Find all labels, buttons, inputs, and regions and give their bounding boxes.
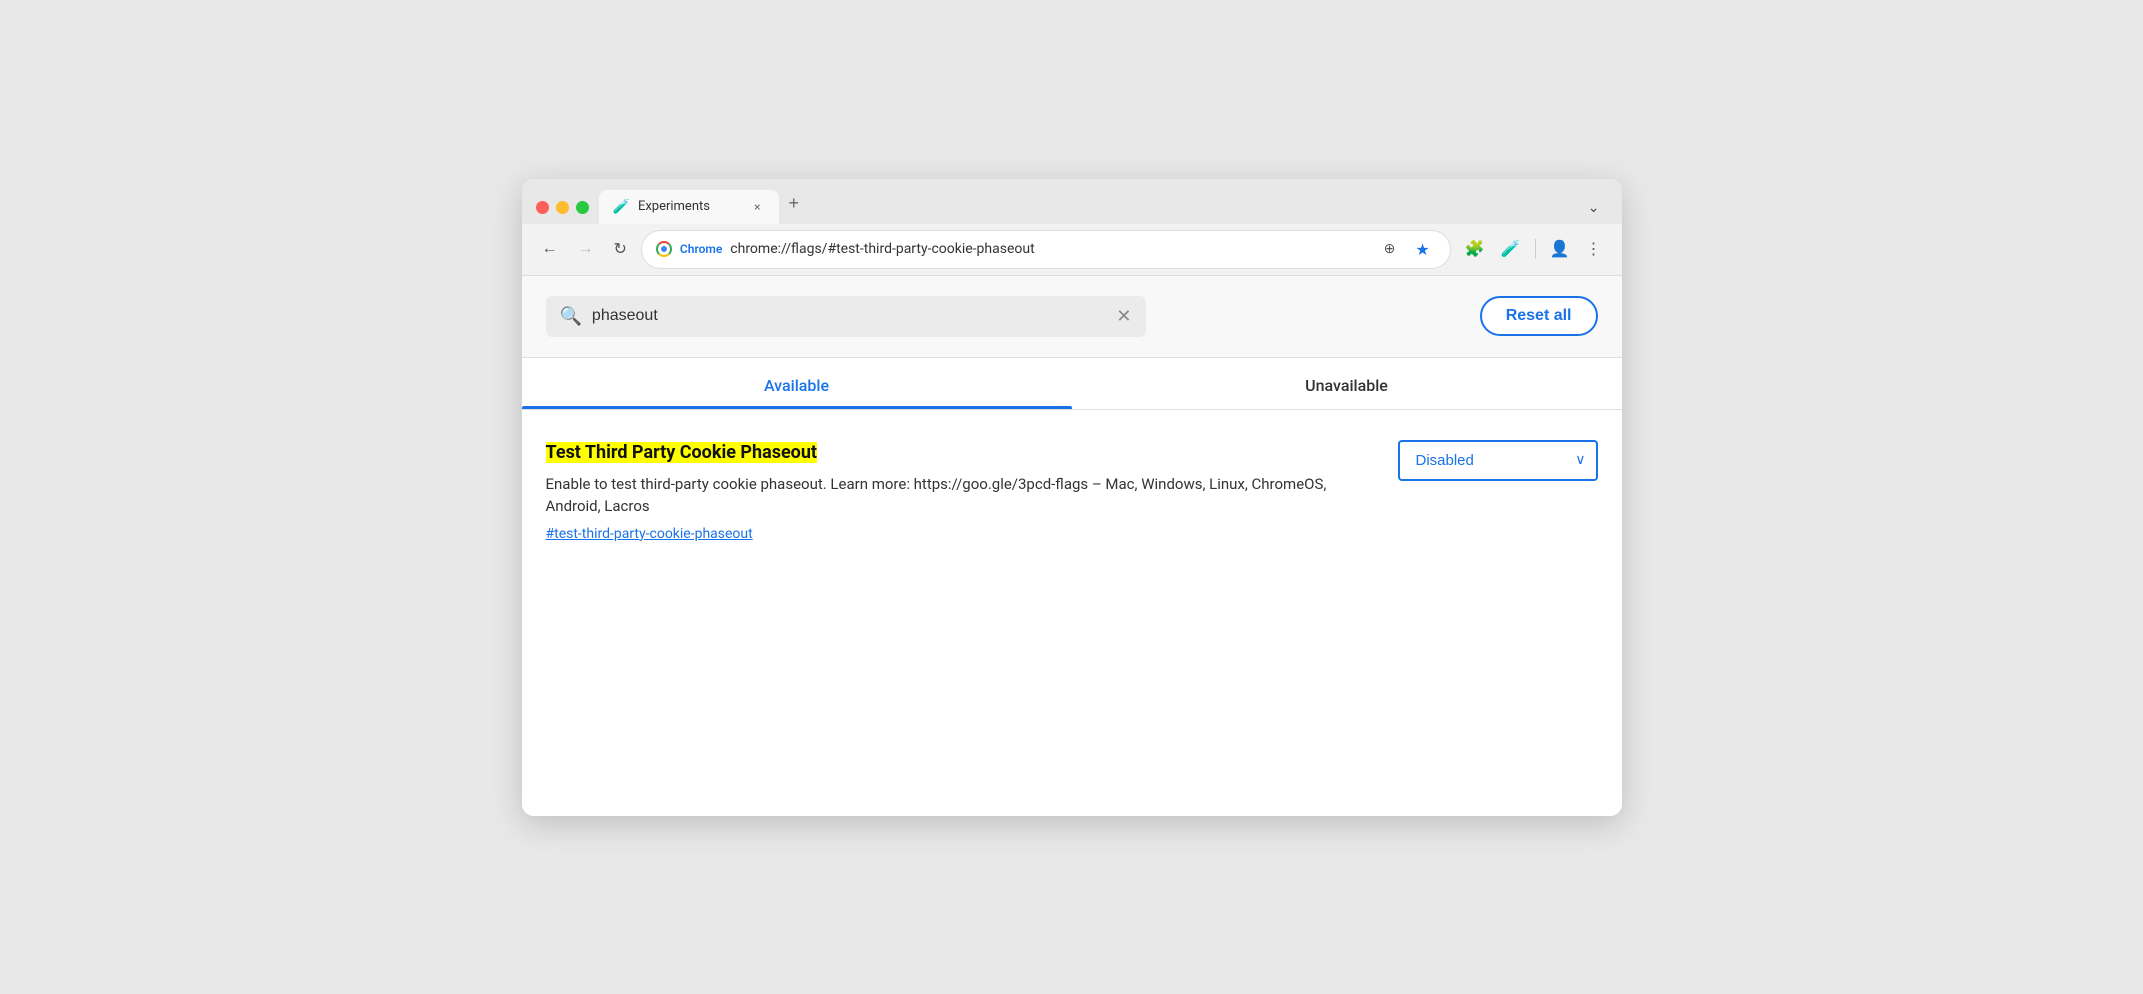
forward-button[interactable]: →: [572, 236, 600, 262]
chrome-label: Chrome: [680, 242, 722, 256]
nav-divider: [1535, 239, 1536, 259]
extensions-button[interactable]: 🧩: [1459, 235, 1491, 263]
back-button[interactable]: ←: [536, 236, 564, 262]
flags-list: Test Third Party Cookie Phaseout Enable …: [522, 410, 1622, 592]
close-button[interactable]: [536, 201, 549, 214]
browser-window: 🧪 Experiments × + ⌄ ← → ↻ Chrome chrome:…: [522, 179, 1622, 816]
flag-title: Test Third Party Cookie Phaseout: [546, 442, 818, 463]
experiments-button[interactable]: 🧪: [1495, 235, 1527, 263]
page-content: 🔍 ✕ Reset all Available Unavailable Test…: [522, 276, 1622, 816]
refresh-button[interactable]: ↻: [608, 235, 633, 263]
bookmark-icon[interactable]: ★: [1409, 236, 1435, 263]
tab-title: Experiments: [638, 199, 742, 214]
search-clear-button[interactable]: ✕: [1116, 306, 1131, 327]
reset-all-button[interactable]: Reset all: [1480, 296, 1598, 336]
search-icon: 🔍: [560, 306, 582, 327]
address-url: chrome://flags/#test-third-party-cookie-…: [730, 241, 1369, 257]
maximize-button[interactable]: [576, 201, 589, 214]
title-bar: 🧪 Experiments × + ⌄: [522, 179, 1622, 224]
chrome-logo: [656, 241, 672, 257]
search-input[interactable]: [592, 307, 1106, 325]
tab-dropdown-button[interactable]: ⌄: [1580, 197, 1608, 218]
window-controls: [536, 201, 589, 224]
flag-control: Default Disabled Enabled: [1398, 440, 1598, 481]
active-tab[interactable]: 🧪 Experiments ×: [599, 190, 779, 224]
tab-available[interactable]: Available: [522, 358, 1072, 409]
nav-icons: 🧩 🧪 👤 ⋮: [1459, 235, 1608, 263]
flag-description: Enable to test third-party cookie phaseo…: [546, 473, 1378, 518]
search-area: 🔍 ✕ Reset all: [522, 276, 1622, 358]
tab-close-button[interactable]: ×: [750, 198, 764, 216]
address-bar[interactable]: Chrome chrome://flags/#test-third-party-…: [641, 230, 1451, 269]
flag-select-wrapper: Default Disabled Enabled: [1398, 440, 1598, 481]
flag-info: Test Third Party Cookie Phaseout Enable …: [546, 440, 1378, 542]
tabs-row: Available Unavailable: [522, 358, 1622, 410]
flag-item: Test Third Party Cookie Phaseout Enable …: [546, 440, 1598, 562]
zoom-icon[interactable]: ⊕: [1378, 237, 1402, 261]
flag-link[interactable]: #test-third-party-cookie-phaseout: [546, 526, 1378, 542]
profile-button[interactable]: 👤: [1544, 235, 1576, 263]
minimize-button[interactable]: [556, 201, 569, 214]
search-box: 🔍 ✕: [546, 296, 1146, 337]
new-tab-button[interactable]: +: [779, 189, 810, 218]
nav-bar: ← → ↻ Chrome chrome://flags/#test-third-…: [522, 224, 1622, 276]
tab-icon: 🧪: [613, 199, 630, 215]
menu-button[interactable]: ⋮: [1580, 235, 1608, 263]
flag-select[interactable]: Default Disabled Enabled: [1398, 440, 1598, 481]
tab-unavailable[interactable]: Unavailable: [1072, 358, 1622, 409]
